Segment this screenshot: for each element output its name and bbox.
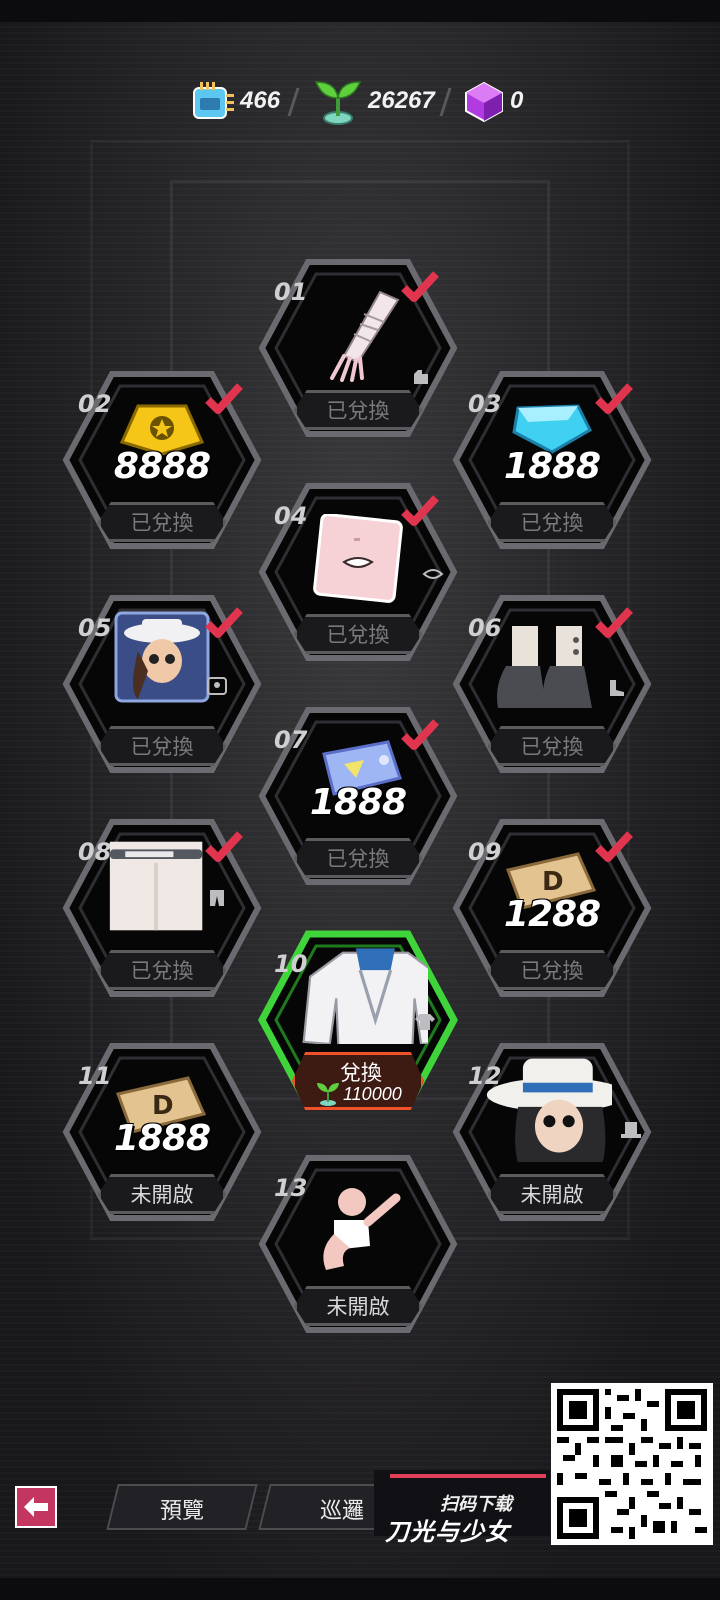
redeem-button[interactable]: 兌換 110000	[292, 1052, 424, 1110]
hat-type-icon	[621, 1122, 641, 1138]
shirt-type-icon	[415, 1014, 435, 1030]
mouth-sticker-icon	[313, 514, 403, 603]
promo-accent-line	[390, 1474, 546, 1478]
pants-icon	[109, 841, 203, 931]
status-pill: 未開啟	[98, 1174, 226, 1214]
reward-cell-07[interactable]: 07 1888 已兌換	[258, 696, 458, 896]
reward-amount: 1888	[503, 446, 601, 487]
cell-number: 11	[78, 1062, 112, 1090]
check-icon	[595, 383, 633, 414]
status-pill: 已兌換	[98, 950, 226, 990]
glove-type-icon	[414, 370, 428, 384]
status-pill: 已兌換	[98, 726, 226, 766]
cell-number: 04	[274, 502, 308, 530]
svg-text:D: D	[542, 867, 564, 897]
qr-code-image	[557, 1389, 707, 1539]
check-icon	[401, 495, 439, 526]
check-icon	[205, 607, 243, 638]
reward-cell-11[interactable]: 11 D 1888 未開啟	[62, 1032, 262, 1232]
game-logo: 刀光与少女	[385, 1519, 510, 1546]
tab-preview-label: 預覽	[159, 1498, 204, 1523]
reward-cell-04[interactable]: 04 已兌換	[258, 472, 458, 672]
pants-type-icon	[210, 890, 224, 906]
status-bar	[0, 0, 720, 22]
status-pill: 未開啟	[488, 1174, 616, 1214]
status-pill: 已兌換	[488, 726, 616, 766]
reward-cell-10[interactable]: 10 兌換 110000	[258, 920, 458, 1120]
hat-hair-icon	[486, 1058, 612, 1162]
status-pill: 已兌換	[488, 950, 616, 990]
boot-type-icon	[610, 680, 624, 696]
status-pill: 已兌換	[294, 614, 422, 654]
check-icon	[595, 831, 633, 862]
reward-cell-13[interactable]: 13 未開啟	[258, 1144, 458, 1344]
chip-currency: 466	[188, 78, 280, 124]
reward-cell-09[interactable]: 09 D 1288 已兌換	[452, 808, 652, 1008]
boots-icon	[497, 626, 592, 708]
check-icon	[401, 719, 439, 750]
chip-icon	[193, 82, 234, 119]
sprout-currency: 26267	[312, 78, 435, 125]
reward-amount: 1888	[309, 782, 407, 823]
cell-number: 02	[78, 390, 112, 418]
check-icon	[401, 271, 439, 302]
cube-currency: 0	[462, 78, 523, 124]
cell-number: 03	[468, 390, 502, 418]
sprout-count: 26267	[368, 87, 435, 114]
status-pill: 已兌換	[98, 502, 226, 542]
cube-count: 0	[510, 87, 524, 114]
svg-text:D: D	[152, 1091, 174, 1121]
cell-number: 13	[274, 1174, 308, 1202]
lips-type-icon	[422, 569, 444, 579]
back-button[interactable]	[15, 1486, 57, 1528]
reward-amount: 1888	[113, 1118, 211, 1159]
cell-number: 05	[78, 614, 112, 642]
reward-cell-08[interactable]: 08 已兌換	[62, 808, 262, 1008]
status-pill: 未開啟	[294, 1286, 422, 1326]
qr-code	[551, 1383, 713, 1545]
glove-icon	[330, 290, 400, 382]
check-icon	[595, 607, 633, 638]
nav-bar	[0, 1578, 720, 1600]
cell-number: 07	[274, 726, 308, 754]
sprout-icon	[314, 81, 362, 125]
check-icon	[205, 383, 243, 414]
sprout-icon	[317, 1083, 339, 1106]
reward-cell-03[interactable]: 03 1888 已兌換	[452, 360, 652, 560]
status-pill: 已兌換	[294, 390, 422, 430]
redeem-cost: 110000	[343, 1084, 402, 1104]
reward-cell-05[interactable]: 05 已兌換	[62, 584, 262, 784]
portrait-type-icon	[207, 677, 227, 695]
jacket-icon	[302, 948, 428, 1044]
cell-number: 01	[274, 278, 308, 306]
reward-cell-02[interactable]: 02 8888 已兌換	[62, 360, 262, 560]
check-icon	[205, 831, 243, 862]
reward-cell-01[interactable]: 01 已兌換	[258, 248, 458, 448]
status-pill: 已兌換	[488, 502, 616, 542]
reward-amount: 8888	[113, 446, 211, 487]
reward-cell-06[interactable]: 06 已兌換	[452, 584, 652, 784]
cell-number: 09	[468, 838, 502, 866]
reward-cell-12[interactable]: 12 未開啟	[452, 1032, 652, 1232]
pose-icon	[323, 1188, 401, 1270]
cube-icon	[465, 81, 503, 123]
back-arrow-icon	[24, 1497, 48, 1517]
chip-count: 466	[240, 87, 281, 114]
avatar-portrait-icon	[114, 611, 210, 703]
status-pill: 已兌換	[294, 838, 422, 878]
reward-amount: 1288	[503, 894, 601, 935]
